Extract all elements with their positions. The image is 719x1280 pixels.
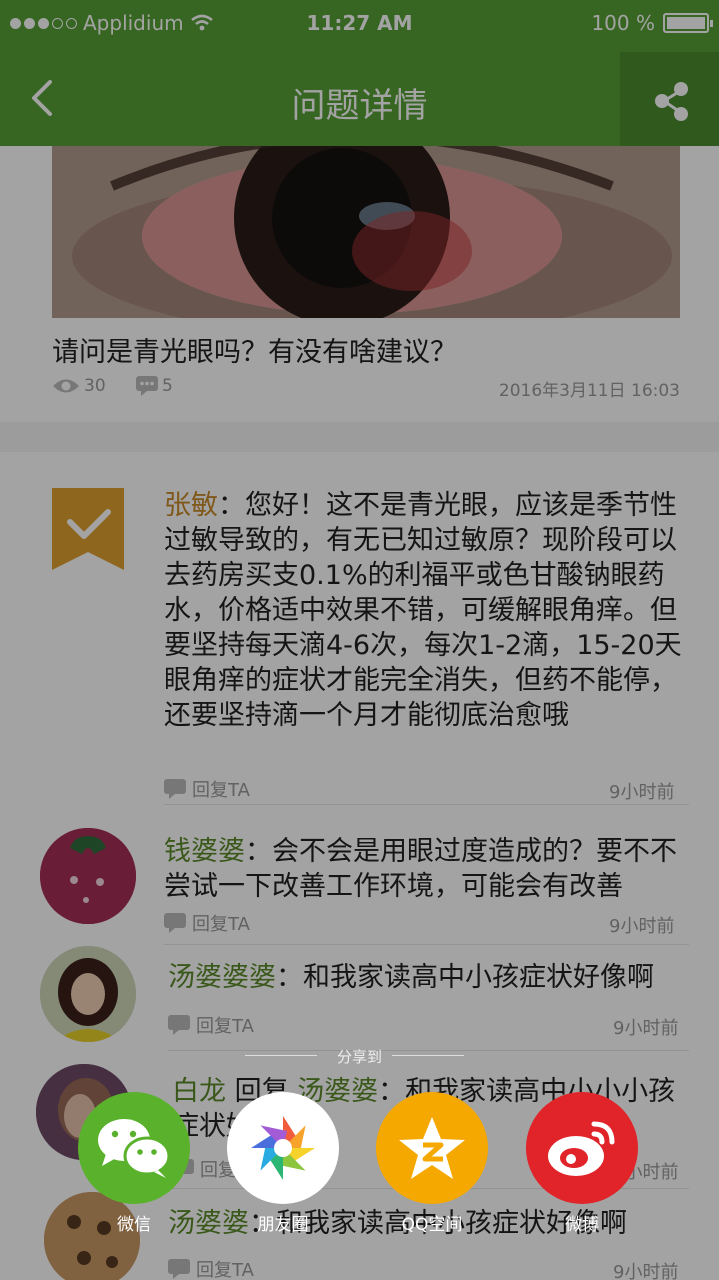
share-qzone-label: QQ空间: [401, 1215, 463, 1235]
share-title-label: 分享到: [336, 1048, 382, 1066]
divider: [245, 1055, 317, 1056]
share-wechat-button[interactable]: [78, 1092, 190, 1204]
divider: [392, 1055, 464, 1056]
qzone-icon: [399, 1117, 465, 1179]
share-weibo-label: 微博: [565, 1215, 599, 1235]
share-moments-label: 朋友圈: [257, 1215, 309, 1235]
share-weibo-button[interactable]: [526, 1092, 638, 1204]
moments-icon: [251, 1116, 315, 1180]
share-overlay[interactable]: [0, 0, 719, 1280]
share-wechat-label: 微信: [117, 1215, 151, 1235]
wechat-icon: [98, 1119, 171, 1178]
share-moments-button[interactable]: [227, 1092, 339, 1204]
weibo-icon: [548, 1121, 615, 1176]
share-sheet-title: 分享到: [0, 1046, 719, 1067]
share-qzone-button[interactable]: [376, 1092, 488, 1204]
